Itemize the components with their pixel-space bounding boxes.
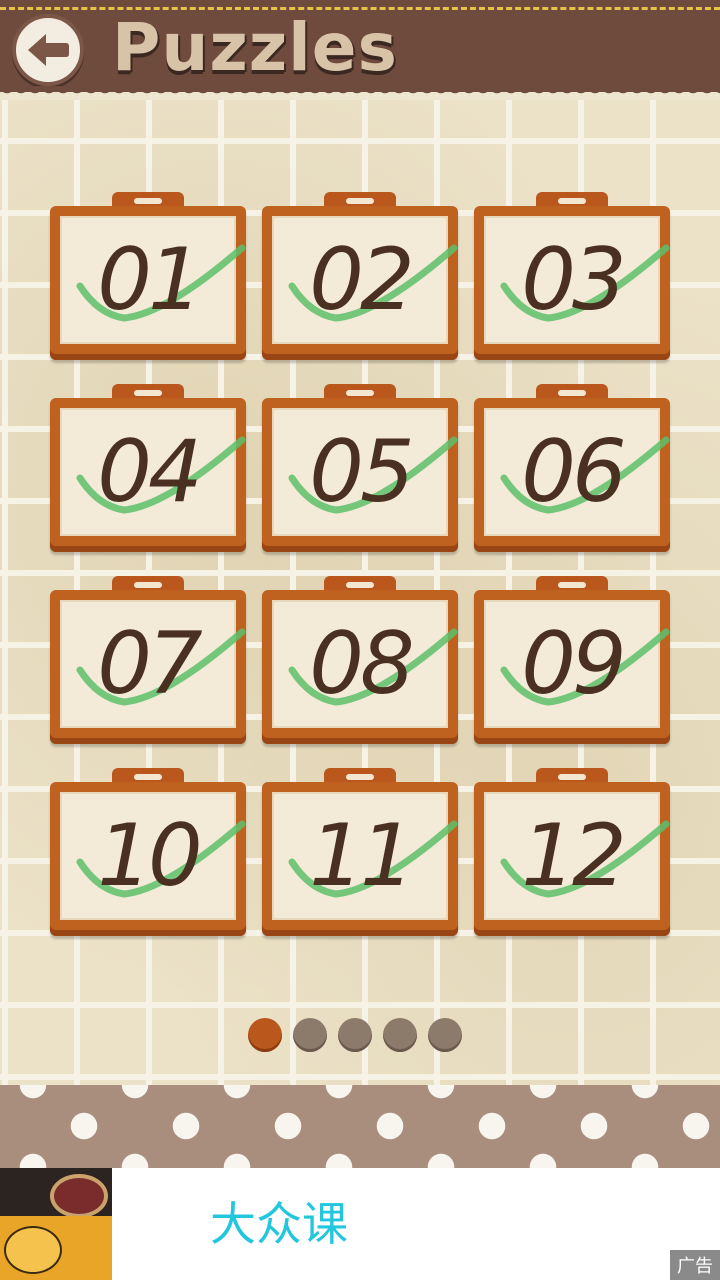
level-number: 12 (521, 806, 626, 906)
ad-logo-icon (4, 1226, 62, 1274)
level-number: 11 (309, 806, 414, 906)
level-number: 08 (309, 614, 414, 714)
page-dot[interactable] (338, 1018, 372, 1052)
level-card[interactable]: 09 (474, 576, 670, 744)
back-arrow-icon (28, 34, 69, 66)
page-title: Puzzles (112, 9, 398, 86)
page-dot-active[interactable] (248, 1018, 282, 1052)
level-card[interactable]: 11 (262, 768, 458, 936)
level-number: 01 (97, 230, 202, 330)
level-number: 04 (97, 422, 202, 522)
level-card[interactable]: 03 (474, 192, 670, 360)
back-button[interactable] (12, 14, 84, 86)
level-card[interactable]: 12 (474, 768, 670, 936)
food-plate-image (50, 1174, 108, 1218)
ad-banner[interactable]: 大众课 广告 (0, 1168, 720, 1280)
level-number: 07 (97, 614, 202, 714)
level-number: 05 (309, 422, 414, 522)
ad-thumbnail[interactable] (0, 1168, 112, 1280)
level-card[interactable]: 06 (474, 384, 670, 552)
header-bar: Puzzles (0, 0, 720, 92)
ad-title[interactable]: 大众课 (210, 1194, 348, 1254)
level-card[interactable]: 07 (50, 576, 246, 744)
level-number: 06 (521, 422, 626, 522)
level-number: 10 (97, 806, 202, 906)
ad-tag: 广告 (670, 1250, 720, 1280)
level-card[interactable]: 01 (50, 192, 246, 360)
level-number: 03 (521, 230, 626, 330)
polka-dot-band (0, 1085, 720, 1168)
level-card[interactable]: 02 (262, 192, 458, 360)
page-dot[interactable] (383, 1018, 417, 1052)
page-dot[interactable] (428, 1018, 462, 1052)
level-card[interactable]: 04 (50, 384, 246, 552)
page-dot[interactable] (293, 1018, 327, 1052)
page-indicator (248, 1018, 462, 1052)
level-number: 02 (309, 230, 414, 330)
level-number: 09 (521, 614, 626, 714)
level-card[interactable]: 10 (50, 768, 246, 936)
level-card[interactable]: 05 (262, 384, 458, 552)
level-card[interactable]: 08 (262, 576, 458, 744)
